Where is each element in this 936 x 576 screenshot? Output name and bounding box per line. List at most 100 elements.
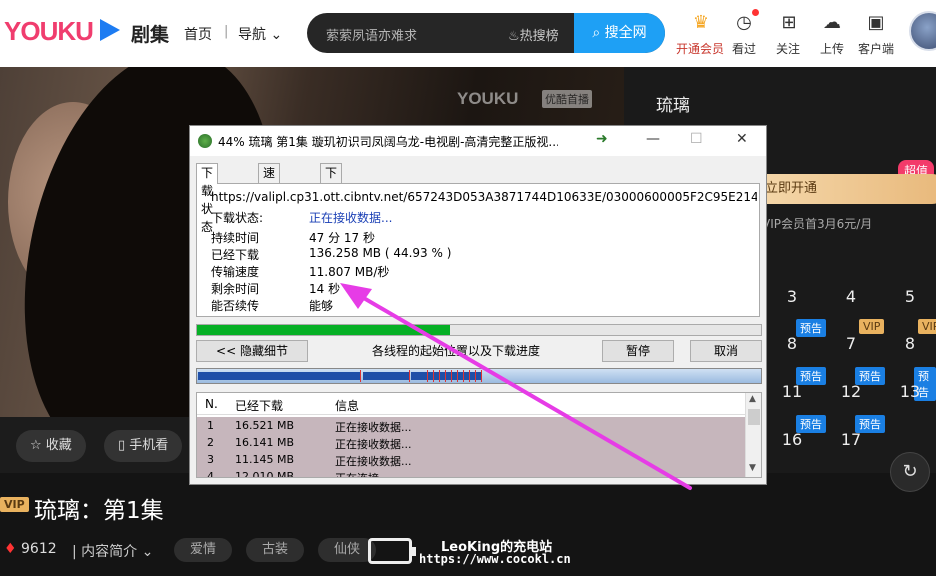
upload-icon[interactable]: ☁ (819, 10, 845, 34)
episode-item[interactable]: 13 (895, 382, 925, 401)
close-button[interactable]: ✕ (736, 131, 748, 147)
scroll-up-icon[interactable]: ▲ (749, 394, 756, 404)
section-title[interactable]: 剧集 (131, 20, 169, 47)
drama-title: 琉璃 (656, 96, 690, 116)
episode-item[interactable]: 12 (836, 382, 866, 401)
scroll-down-icon[interactable]: ▼ (749, 463, 756, 473)
tv-icon[interactable]: ▣ (863, 10, 889, 34)
thread-size: 16.141 MB (235, 436, 295, 449)
download-url: https://valipl.cp31.ott.cibntv.net/65724… (211, 190, 757, 204)
video-watermark-badge: 优酷首播 (542, 90, 592, 108)
segment-marker (469, 370, 470, 382)
thread-number: 3 (207, 453, 214, 466)
threads-hint: 各线程的起始位置以及下载进度 (372, 344, 541, 358)
thread-number: 1 (207, 419, 214, 432)
episode-item[interactable]: 8 (777, 334, 807, 353)
client-label[interactable]: 客户端 (846, 40, 906, 57)
episode-item[interactable]: 5 (895, 287, 925, 306)
column-header[interactable]: 信息 (335, 397, 359, 414)
table-row[interactable]: 1 16.521 MB 正在接收数据... (197, 417, 745, 434)
intro-toggle[interactable]: | 内容简介 ⌄ (72, 541, 153, 561)
segment-marker (463, 370, 464, 382)
nav-guide[interactable]: 导航 ⌄ (238, 24, 282, 44)
avatar[interactable] (909, 11, 936, 51)
thread-segments-bar (196, 368, 762, 384)
intro-label: 内容简介 (81, 544, 138, 560)
search-button-label: 搜全网 (604, 25, 647, 41)
chevron-down-icon: ⌄ (266, 27, 283, 43)
info-value: 47 分 17 秒 (309, 231, 375, 245)
episode-item[interactable]: 3 (777, 287, 807, 306)
tab-speed-limit[interactable]: 速度限制 (258, 163, 281, 234)
vip-tag: VIP (918, 319, 936, 334)
progress-fill (197, 325, 451, 335)
episode-item[interactable]: 17 (836, 430, 866, 449)
phone-watch-button[interactable]: ▯ 手机看 (104, 430, 183, 462)
segment-fill (198, 372, 360, 380)
hot-search-link[interactable]: ♨热搜榜 (508, 25, 559, 44)
status-label: 下载状态: (211, 211, 264, 225)
tab-completion-options[interactable]: 下载完成选项 (320, 163, 343, 270)
search-box[interactable]: 萦萦夙语亦难求 ♨热搜榜 ⌕ 搜全网 (307, 13, 665, 53)
table-row[interactable]: 4 12.010 MB 正在连接 (197, 468, 745, 478)
segment-fill (411, 372, 481, 380)
search-input[interactable]: 萦萦夙语亦难求 (326, 25, 417, 44)
thread-size: 11.145 MB (235, 453, 295, 466)
flame-icon: ♨ (508, 29, 520, 44)
top-bar: YOUKU 剧集 首页 | 导航 ⌄ 萦萦夙语亦难求 ♨热搜榜 ⌕ 搜全网 ♛ … (0, 0, 936, 67)
table-scrollbar[interactable]: ▲ ▼ (745, 393, 761, 477)
star-icon: ☆ (30, 438, 46, 453)
status-panel: https://valipl.cp31.ott.cibntv.net/65724… (196, 183, 760, 317)
minimize-button[interactable]: — (646, 131, 660, 147)
segment-marker (481, 370, 482, 382)
chevron-down-icon: ⌄ (141, 544, 154, 560)
pause-button[interactable]: 暂停 (602, 340, 674, 362)
info-value: 能够 (309, 299, 334, 313)
table-row[interactable]: 2 16.141 MB 正在接收数据... (197, 434, 745, 451)
episode-item[interactable]: 4 (836, 287, 866, 306)
youku-logo[interactable]: YOUKU (4, 16, 94, 47)
download-dialog: 44% 琉璃 第1集 璇玑初识司凤阔乌龙-电视剧-高清完整正版视... ➜ — … (189, 125, 767, 485)
search-icon: ⌕ (592, 25, 605, 41)
nav-guide-label: 导航 (238, 27, 266, 43)
segment-marker (451, 370, 452, 382)
segment-marker (445, 370, 446, 382)
hide-details-button[interactable]: << 隐藏细节 (196, 340, 308, 362)
cancel-button[interactable]: 取消 (690, 340, 762, 362)
column-header[interactable]: 已经下载 (235, 397, 283, 414)
episode-item[interactable]: 11 (777, 382, 807, 401)
segment-fill (363, 372, 409, 380)
dialog-titlebar[interactable]: 44% 琉璃 第1集 璇玑初识司凤阔乌龙-电视剧-高清完整正版视... ➜ — … (190, 126, 766, 156)
crown-icon[interactable]: ♛ (688, 10, 714, 34)
column-header[interactable]: N. (205, 397, 218, 411)
segment-marker (409, 370, 410, 382)
video-watermark: YOUKU (457, 89, 519, 108)
info-label: 已经下载 (211, 248, 260, 262)
search-button[interactable]: ⌕ 搜全网 (574, 13, 665, 53)
maximize-button[interactable]: ☐ (690, 131, 703, 147)
threads-table: N. 已经下载 信息 1 16.521 MB 正在接收数据... 2 16.14… (196, 392, 762, 478)
episode-item[interactable]: 16 (777, 430, 807, 449)
phone-watch-label: 手机看 (129, 438, 169, 453)
episode-item[interactable]: 8 (895, 334, 925, 353)
nav-home[interactable]: 首页 (184, 24, 212, 44)
thread-info: 正在接收数据... (335, 438, 412, 451)
thread-size: 16.521 MB (235, 419, 295, 432)
episode-item[interactable]: 7 (836, 334, 866, 353)
refresh-icon[interactable]: ↻ (890, 452, 930, 492)
info-label: 能否续传 (211, 299, 260, 313)
download-progress-bar (196, 324, 762, 336)
genre-tag[interactable]: 爱情 (174, 538, 233, 562)
scroll-thumb[interactable] (748, 409, 760, 425)
bookmark-plus-icon[interactable]: ⊞ (776, 10, 802, 34)
info-value: 14 秒 (309, 282, 341, 296)
thread-size: 12.010 MB (235, 470, 295, 478)
tab-download-status[interactable]: 下载状态 (196, 163, 219, 234)
genre-tag[interactable]: 古装 (246, 538, 305, 562)
thread-info: 正在接收数据... (335, 455, 412, 468)
flame-icon: ♦ (4, 541, 17, 557)
idm-app-icon (198, 134, 212, 148)
favorite-button[interactable]: ☆ 收藏 (16, 430, 86, 462)
open-vip-button[interactable]: 立即开通 (747, 174, 936, 204)
table-row[interactable]: 3 11.145 MB 正在接收数据... (197, 451, 745, 468)
